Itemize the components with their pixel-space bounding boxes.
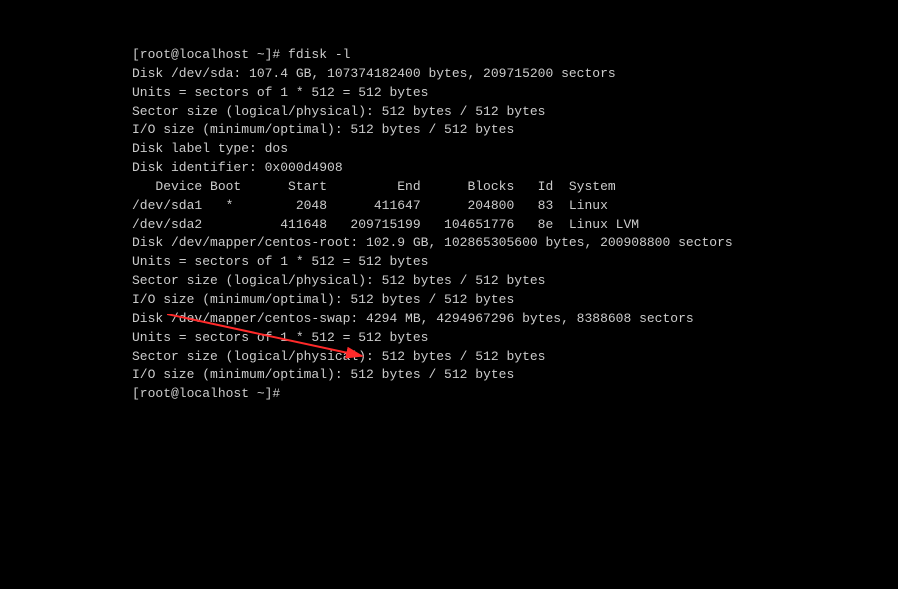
prompt-command-line: [root@localhost ~]# fdisk -l [132, 46, 898, 65]
output-line: Disk /dev/sda: 107.4 GB, 107374182400 by… [132, 65, 898, 84]
partition-header-line: Device Boot Start End Blocks Id System [132, 178, 898, 197]
output-line: I/O size (minimum/optimal): 512 bytes / … [132, 121, 898, 140]
output-line: Units = sectors of 1 * 512 = 512 bytes [132, 329, 898, 348]
output-line: I/O size (minimum/optimal): 512 bytes / … [132, 366, 898, 385]
output-line: Units = sectors of 1 * 512 = 512 bytes [132, 84, 898, 103]
output-line: Disk identifier: 0x000d4908 [132, 159, 898, 178]
partition-row: /dev/sda2 411648 209715199 104651776 8e … [132, 216, 898, 235]
output-line: Sector size (logical/physical): 512 byte… [132, 348, 898, 367]
output-line: Sector size (logical/physical): 512 byte… [132, 272, 898, 291]
output-line: Units = sectors of 1 * 512 = 512 bytes [132, 253, 898, 272]
output-line: Disk /dev/mapper/centos-swap: 4294 MB, 4… [132, 310, 898, 329]
output-line: Disk /dev/mapper/centos-root: 102.9 GB, … [132, 234, 898, 253]
prompt-idle-line[interactable]: [root@localhost ~]# [132, 385, 898, 404]
partition-row: /dev/sda1 * 2048 411647 204800 83 Linux [132, 197, 898, 216]
output-line: I/O size (minimum/optimal): 512 bytes / … [132, 291, 898, 310]
output-line: Sector size (logical/physical): 512 byte… [132, 103, 898, 122]
output-line: Disk label type: dos [132, 140, 898, 159]
